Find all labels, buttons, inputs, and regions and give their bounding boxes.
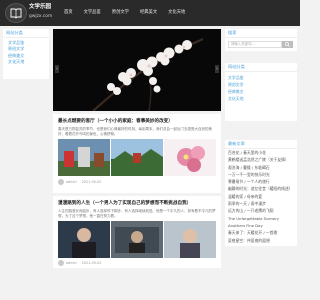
cherry-blossom-image [53, 29, 221, 111]
latest-article-link[interactable]: 黄鹤楼送孟浩然之广陵（关于友情） [225, 156, 295, 163]
search-heading: 搜索 [225, 29, 297, 38]
article-card: 漫漫路到的人生（一个男人为了实现自己的梦想而不断挑战自我） 人生的路漫长而曲折，… [53, 196, 221, 268]
latest-article-link[interactable]: 春天来了：天暖花开 / 一首歌 [225, 229, 295, 236]
latest-article-link[interactable]: 幽静的时光：追忆往昔（暖阳的倾述） [225, 185, 295, 192]
latest-article-link[interactable]: 夏夜星空：仲夏夜的遐想 [225, 237, 295, 244]
author-avatar [58, 179, 64, 185]
latest-article-link[interactable]: 一万一千一里的快乐时光 [225, 171, 295, 178]
latest-article-link[interactable]: 百合花 / 春天里的小花 [225, 149, 295, 156]
article-excerpt: 春天是万物复苏的季节，也是我们心情最好的时刻。每到周末，我们总会一起出门去感受大… [58, 127, 212, 136]
thumbnail-image[interactable] [164, 221, 216, 258]
main-nav: 首页 文学品鉴 原创文学 经典美文 文化天地 [64, 0, 196, 26]
nav-item-culture[interactable]: 文化天地 [168, 0, 185, 26]
nav-item-home[interactable]: 首页 [64, 0, 73, 26]
latest-articles-panel: 最新文章 百合花 / 春天里的小花 黄鹤楼送孟浩然之广陵（关于友情） 观沧海 /… [225, 140, 297, 246]
left-category-panel: 网站分类 文学品鉴 原创文学 经典美文 文化天地 [3, 29, 49, 79]
banner-prev-arrow[interactable]: ‹ [55, 65, 59, 73]
main-content: ‹ › 最长点燃要的客厅（一个小小的家庭：春事美妙的改变） 春天是万物复苏的季节… [53, 29, 221, 271]
nav-item-literature-review[interactable]: 文学品鉴 [84, 0, 101, 26]
category-item-culture[interactable]: 文化天地 [225, 95, 297, 102]
article-title[interactable]: 漫漫路到的人生（一个男人为了实现自己的梦想而不断挑战自我） [58, 200, 191, 206]
banner-slideshow[interactable]: ‹ › [53, 29, 221, 111]
article-thumbnails [58, 139, 216, 176]
site-logo[interactable] [5, 3, 27, 23]
author-avatar [58, 260, 64, 266]
article-meta: admin 2021-09-02 [58, 179, 101, 185]
right-category-panel: 网站分类 文学品鉴 原创文学 经典美文 文化天地 [225, 63, 297, 121]
article-title[interactable]: 最长点燃要的客厅（一个小小的家庭：春事美妙的改变） [58, 118, 173, 124]
search-icon [285, 42, 290, 47]
article-thumbnails [58, 221, 216, 258]
category-item-classic-essays[interactable]: 经典美文 [225, 88, 297, 95]
thumbnail-image[interactable] [111, 221, 163, 258]
article-date: 2021-09-02 [81, 180, 102, 184]
article-date: 2021-09-02 [81, 261, 102, 265]
thumbnail-image[interactable] [111, 139, 163, 176]
site-brand[interactable]: 文学乐园 gwjzx.com [29, 3, 52, 21]
search-input[interactable]: 请输入关键词... [228, 41, 282, 48]
latest-article-link[interactable]: 远方的山 / 一只老鹰的飞翔 [225, 207, 295, 214]
book-icon [10, 8, 22, 19]
category-item-literature-review[interactable]: 文学品鉴 [225, 74, 297, 81]
thumbnail-image[interactable] [58, 139, 110, 176]
latest-article-link[interactable]: 雨季的一天 / 雨中漫步 [225, 200, 295, 207]
nav-item-original-literature[interactable]: 原创文学 [112, 0, 129, 26]
search-panel: 搜索 请输入关键词... [225, 29, 297, 51]
latest-article-link[interactable]: Anothers Fine Day [225, 222, 295, 229]
article-card: 最长点燃要的客厅（一个小小的家庭：春事美妙的改变） 春天是万物复苏的季节，也是我… [53, 114, 221, 193]
thumbnail-image[interactable] [164, 139, 216, 176]
latest-article-link[interactable]: 观沧海 / 曹操 / 东临碣石 [225, 164, 295, 171]
article-excerpt: 人生的路漫长而曲折，有人选择停下脚步，有人选择继续前进。他是一个平凡的人，却有着… [58, 209, 216, 218]
sidebar-item-culture[interactable]: 文化天地 [3, 59, 49, 65]
category-item-original-literature[interactable]: 原创文学 [225, 81, 297, 88]
latest-article-link[interactable]: 寒暑易节 / 一个人的旅行 [225, 178, 295, 185]
thumbnail-image[interactable] [58, 221, 110, 258]
nav-item-classic-essays[interactable]: 经典美文 [140, 0, 157, 26]
latest-article-link[interactable]: The Unforgettable Scenery [225, 215, 295, 222]
sidebar-heading: 网站分类 [3, 29, 49, 38]
search-button[interactable] [282, 41, 293, 48]
category-heading: 网站分类 [225, 63, 297, 72]
brand-domain: gwjzx.com [29, 14, 53, 19]
brand-title: 文学乐园 [29, 4, 52, 10]
article-author[interactable]: admin [66, 261, 77, 265]
top-navigation-bar: 文学乐园 gwjzx.com 首页 文学品鉴 原创文学 经典美文 文化天地 [0, 0, 300, 26]
latest-heading: 最新文章 [225, 140, 297, 149]
latest-article-link[interactable]: 温暖的家 / 母亲的爱 [225, 193, 295, 200]
article-author[interactable]: admin [66, 180, 77, 184]
banner-next-arrow[interactable]: › [215, 65, 219, 73]
article-meta: admin 2021-09-02 [58, 260, 101, 266]
